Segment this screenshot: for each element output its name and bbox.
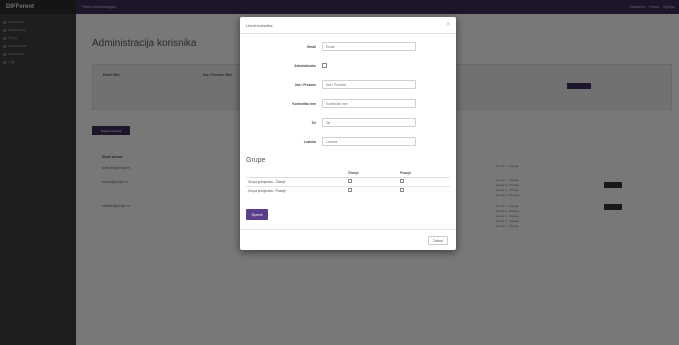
username-field[interactable] bbox=[322, 99, 416, 108]
email-field[interactable] bbox=[322, 42, 416, 51]
groups-col-write: Pisanje bbox=[398, 169, 450, 178]
form-row-username: Korisničko ime bbox=[240, 99, 456, 111]
groups-col-name bbox=[246, 169, 346, 178]
modal-header: Uredi korisnika bbox=[240, 17, 456, 34]
read-checkbox[interactable] bbox=[348, 179, 352, 183]
admin-checkbox[interactable] bbox=[322, 63, 327, 68]
username-label: Korisničko ime bbox=[292, 102, 316, 106]
modal-footer: Zatvori bbox=[240, 229, 456, 250]
write-checkbox[interactable] bbox=[400, 179, 404, 183]
tel-label: Tel bbox=[311, 121, 316, 125]
groups-table: Čitanje Pisanje Grupa primjeraka - Čitan… bbox=[246, 169, 450, 195]
groups-col-read: Čitanje bbox=[346, 169, 398, 178]
close-button[interactable]: Zatvori bbox=[428, 236, 448, 245]
table-row: Grupa primjeraka - Čitanje bbox=[246, 176, 450, 186]
form-row-admin: Administrator bbox=[240, 61, 456, 73]
write-checkbox[interactable] bbox=[400, 188, 404, 193]
admin-label: Administrator bbox=[294, 64, 316, 68]
table-row: Grupa primjeraka - Pisanje bbox=[246, 185, 450, 195]
password-label: Lozinka bbox=[303, 140, 316, 144]
form-row-name: Ime i Prezime bbox=[240, 80, 456, 92]
close-icon[interactable]: × bbox=[446, 22, 450, 28]
group-name: Grupa primjeraka - Pisanje bbox=[246, 185, 346, 195]
form-row-password: Lozinka bbox=[240, 137, 456, 149]
password-field[interactable] bbox=[322, 137, 416, 146]
save-button[interactable]: Spremi bbox=[246, 209, 268, 220]
edit-user-modal: Uredi korisnika × Email Administrator Im… bbox=[240, 17, 456, 250]
name-field[interactable] bbox=[322, 80, 416, 89]
tel-field[interactable] bbox=[322, 118, 416, 127]
modal-title: Uredi korisnika bbox=[246, 22, 273, 28]
read-checkbox[interactable] bbox=[348, 188, 352, 193]
name-label: Ime i Prezime bbox=[294, 83, 316, 87]
email-label: Email bbox=[307, 45, 316, 49]
group-name: Grupa primjeraka - Čitanje bbox=[246, 176, 346, 186]
form-row-email: Email bbox=[240, 42, 456, 54]
form-row-tel: Tel bbox=[240, 118, 456, 130]
groups-title: Grupe bbox=[246, 157, 266, 164]
